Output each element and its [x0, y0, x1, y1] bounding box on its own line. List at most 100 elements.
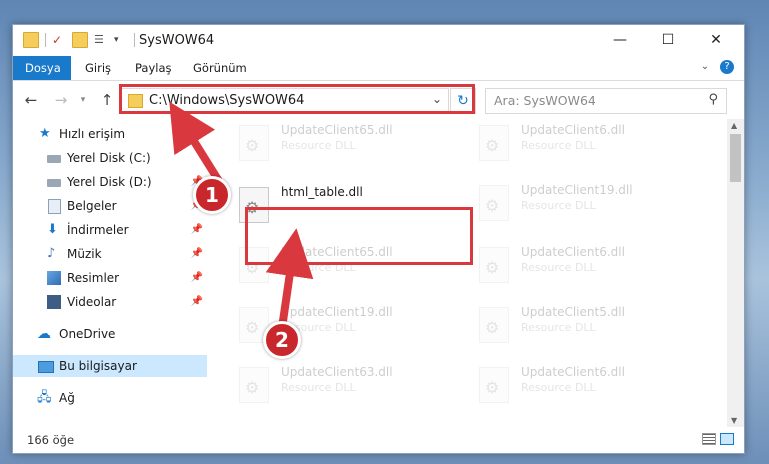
ribbon-controls: ⌄ ? — [698, 60, 734, 74]
view-icon[interactable]: ☰ — [94, 33, 108, 47]
back-arrow-icon[interactable]: ← — [23, 91, 39, 109]
sidebar-item-onedrive[interactable]: ☁ OneDrive — [13, 323, 207, 345]
dll-file-icon: ⚙ — [479, 307, 509, 343]
customize-toolbar-icon[interactable]: ▾ — [114, 33, 128, 47]
pin-icon[interactable]: 📌 — [191, 291, 203, 313]
file-name: UpdateClient63.dll — [281, 365, 393, 379]
quick-access-toolbar: ✓ ☰ ▾ — [23, 32, 135, 48]
sidebar-item-label: Hızlı erişim — [59, 127, 126, 141]
download-arrow-icon: ⬇ — [47, 222, 58, 237]
sidebar-item-music[interactable]: ♪ Müzik 📌 — [13, 243, 207, 265]
scroll-down-icon[interactable]: ▼ — [731, 416, 737, 425]
sidebar-item-quick-access[interactable]: ★ Hızlı erişim — [13, 123, 207, 145]
file-type: Resource DLL — [281, 139, 356, 152]
video-film-icon — [47, 295, 61, 309]
file-type: Resource DLL — [521, 199, 596, 212]
file-name: UpdateClient19.dll — [281, 305, 393, 319]
file-highlight-box — [245, 207, 473, 265]
tab-view[interactable]: Görünüm — [181, 56, 259, 80]
file-item[interactable]: ⚙ UpdateClient6.dll Resource DLL — [461, 361, 691, 411]
music-note-icon: ♪ — [47, 246, 56, 261]
folder-icon — [23, 32, 39, 48]
sidebar-item-documents[interactable]: Belgeler 📌 — [13, 195, 207, 217]
sidebar-item-label: Yerel Disk (C:) — [67, 151, 151, 165]
new-folder-icon[interactable] — [72, 32, 88, 48]
file-item[interactable]: ⚙ UpdateClient6.dll Resource DLL — [461, 241, 691, 291]
tab-home[interactable]: Giriş — [73, 56, 123, 80]
sidebar-item-downloads[interactable]: ⬇ İndirmeler 📌 — [13, 219, 207, 241]
sidebar-item-label: Bu bilgisayar — [59, 359, 137, 373]
cloud-icon: ☁ — [37, 326, 51, 342]
large-icons-view-icon[interactable] — [720, 433, 734, 445]
sidebar-item-label: Resimler — [67, 271, 120, 285]
window-title: SysWOW64 — [139, 33, 215, 48]
file-type: Resource DLL — [521, 139, 596, 152]
file-name: UpdateClient6.dll — [521, 123, 625, 137]
file-list: ⚙ UpdateClient65.dll Resource DLL ⚙ html… — [221, 119, 721, 427]
dll-file-icon: ⚙ — [479, 125, 509, 161]
scrollbar-thumb[interactable] — [730, 134, 741, 182]
file-item[interactable]: ⚙ UpdateClient65.dll Resource DLL — [221, 119, 451, 169]
file-type: Resource DLL — [281, 381, 356, 394]
sidebar-item-local-disk-d[interactable]: Yerel Disk (D:) 📌 — [13, 171, 207, 193]
sidebar-item-local-disk-c[interactable]: Yerel Disk (C:) — [13, 147, 207, 169]
properties-icon[interactable]: ✓ — [52, 33, 66, 47]
pin-icon[interactable]: 📌 — [191, 267, 203, 289]
file-type: Resource DLL — [521, 381, 596, 394]
file-name: UpdateClient19.dll — [521, 183, 633, 197]
gear-icon: ⚙ — [485, 258, 500, 277]
file-type: Resource DLL — [521, 321, 596, 334]
pin-icon[interactable]: 📌 — [191, 243, 203, 265]
sidebar-item-label: Ağ — [59, 391, 75, 405]
dll-file-icon: ⚙ — [239, 367, 269, 403]
address-highlight-box — [119, 84, 475, 114]
view-switcher — [702, 433, 734, 445]
recent-locations-chevron-icon[interactable]: ▾ — [75, 91, 91, 109]
vertical-scrollbar[interactable]: ▲ ▼ — [727, 119, 744, 427]
gear-icon: ⚙ — [245, 378, 260, 397]
file-item[interactable]: ⚙ UpdateClient6.dll Resource DLL — [461, 119, 691, 169]
minimize-button[interactable]: — — [597, 25, 643, 56]
maximize-button[interactable]: ☐ — [645, 25, 691, 56]
status-bar: 166 öğe — [13, 427, 744, 453]
pin-icon[interactable]: 📌 — [191, 219, 203, 241]
file-item[interactable]: ⚙ UpdateClient19.dll Resource DLL — [461, 179, 691, 229]
sidebar-item-videos[interactable]: Videolar 📌 — [13, 291, 207, 313]
file-name: UpdateClient65.dll — [281, 123, 393, 137]
details-view-icon[interactable] — [702, 433, 716, 445]
drive-icon — [47, 155, 61, 163]
sidebar-item-label: Belgeler — [67, 199, 117, 213]
title-bar: ✓ ☰ ▾ SysWOW64 — ☐ ✕ — [13, 25, 744, 56]
dll-file-icon: ⚙ — [479, 185, 509, 221]
file-type: Resource DLL — [521, 261, 596, 274]
sidebar-item-pictures[interactable]: Resimler 📌 — [13, 267, 207, 289]
scroll-up-icon[interactable]: ▲ — [731, 121, 737, 130]
step-badge-1: 1 — [193, 176, 231, 214]
item-count: 166 öğe — [27, 433, 75, 447]
file-item[interactable]: ⚙ UpdateClient19.dll Resource DLL — [221, 301, 451, 351]
file-name: UpdateClient6.dll — [521, 365, 625, 379]
sidebar-item-network[interactable]: 🖧 Ağ — [13, 387, 207, 409]
up-arrow-icon[interactable]: ↑ — [99, 91, 115, 109]
file-item[interactable]: ⚙ UpdateClient63.dll Resource DLL — [221, 361, 451, 411]
search-placeholder: Ara: SysWOW64 — [494, 93, 596, 108]
search-input[interactable]: Ara: SysWOW64 ⚲ — [485, 88, 727, 114]
toolbar-separator — [134, 33, 135, 47]
documents-icon — [48, 199, 61, 214]
file-name: html_table.dll — [281, 185, 363, 199]
file-item[interactable]: ⚙ UpdateClient5.dll Resource DLL — [461, 301, 691, 351]
dll-file-icon: ⚙ — [239, 125, 269, 161]
sidebar-item-this-pc[interactable]: Bu bilgisayar — [13, 355, 207, 377]
forward-arrow-icon[interactable]: → — [53, 91, 69, 109]
expand-ribbon-icon[interactable]: ⌄ — [698, 60, 712, 74]
file-name: UpdateClient6.dll — [521, 245, 625, 259]
help-icon[interactable]: ? — [720, 60, 734, 74]
pictures-icon — [47, 271, 61, 285]
computer-icon — [38, 361, 54, 373]
tab-share[interactable]: Paylaş — [123, 56, 184, 80]
tab-file[interactable]: Dosya — [13, 56, 71, 80]
toolbar-separator — [45, 33, 46, 47]
sidebar-item-label: OneDrive — [59, 327, 116, 341]
close-button[interactable]: ✕ — [693, 25, 739, 56]
navigation-pane: ★ Hızlı erişim Yerel Disk (C:) Yerel Dis… — [13, 119, 207, 427]
